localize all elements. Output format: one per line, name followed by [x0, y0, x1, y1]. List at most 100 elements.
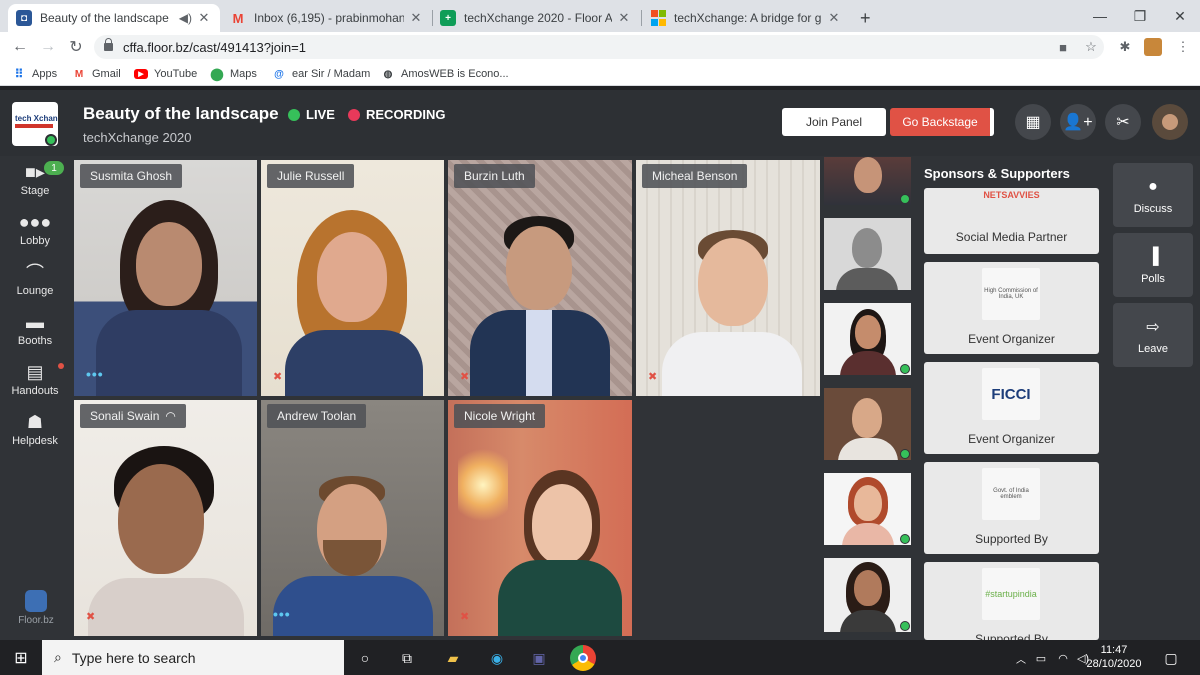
taskbar-clock[interactable]: 11:47 28/10/2020: [1086, 643, 1142, 671]
attendee-thumbnail[interactable]: [824, 473, 911, 545]
tab-title: Inbox (6,195) - prabinmohan99@: [254, 11, 404, 25]
event-title: Beauty of the landscape: [83, 104, 279, 123]
close-window-icon[interactable]: ✕: [1160, 0, 1200, 32]
tools-icon[interactable]: ✂: [1105, 104, 1141, 140]
floorbz-brand[interactable]: Floor.bz: [14, 590, 58, 626]
notification-dot: [58, 363, 64, 369]
video-tile[interactable]: Andrew Toolan •••: [261, 400, 444, 636]
grid-layout-icon[interactable]: ▦: [1015, 104, 1051, 140]
reload-icon[interactable]: ↻: [64, 36, 88, 58]
sponsor-label: Supported By: [975, 532, 1048, 546]
close-tab-icon[interactable]: ✕: [616, 10, 632, 26]
speaker-icon[interactable]: ◀): [179, 11, 192, 25]
sponsor-card[interactable]: Govt. of India emblem Supported By: [924, 462, 1099, 554]
sponsor-card[interactable]: NETSAVVIES Social Media Partner: [924, 188, 1099, 254]
wifi-icon[interactable]: ◠: [1052, 647, 1074, 669]
bookmark-gmail[interactable]: M Gmail: [72, 66, 121, 82]
attendee-thumbnail[interactable]: [824, 218, 911, 290]
video-tile[interactable]: Micheal Benson ✖: [636, 160, 820, 396]
sponsor-label: Event Organizer: [968, 332, 1055, 346]
video-tile[interactable]: Sonali Swain ◠ ✖: [74, 400, 257, 636]
nav-label: Stage: [20, 185, 50, 197]
attendee-thumbnail[interactable]: [824, 388, 911, 460]
close-tab-icon[interactable]: ✕: [408, 10, 424, 26]
extension-avatar-icon[interactable]: [1144, 38, 1162, 56]
extensions-icon[interactable]: ✱: [1116, 38, 1134, 56]
address-bar[interactable]: cffa.floor.bz/cast/491413?join=1: [94, 35, 1104, 59]
attendee-thumbnail[interactable]: [824, 558, 911, 632]
sponsor-logo: Govt. of India emblem: [982, 468, 1040, 520]
leave-button[interactable]: ⇨ Leave: [1113, 303, 1193, 367]
bookmark-label: AmosWEB is Econo...: [401, 68, 509, 80]
cortana-icon[interactable]: ○: [354, 647, 376, 669]
lounge-icon: ⌒: [26, 263, 44, 283]
new-tab-button[interactable]: +: [852, 4, 882, 32]
app-header: tech Xchange Beauty of the landscape tec…: [0, 90, 1200, 156]
teams-icon[interactable]: ▣: [528, 647, 550, 669]
browser-tab[interactable]: + techXchange 2020 - Floor Artwor ✕: [432, 4, 640, 32]
nav-lounge[interactable]: ⌒ Lounge: [0, 262, 70, 297]
discuss-button[interactable]: ● Discuss: [1113, 163, 1193, 227]
browser-tab[interactable]: M Inbox (6,195) - prabinmohan99@ ✕: [222, 4, 432, 32]
go-backstage-button[interactable]: Go Backstage: [890, 108, 994, 136]
minimize-icon[interactable]: —: [1080, 0, 1120, 32]
browser-tab-active[interactable]: ◘ Beauty of the landscape ◀) ✕: [8, 4, 220, 32]
document-icon: ▤: [26, 361, 44, 382]
polls-button[interactable]: ▐ Polls: [1113, 233, 1193, 297]
taskbar-search[interactable]: ⌕ Type here to search: [42, 640, 344, 675]
sponsor-card[interactable]: High Commission of India, UK Event Organ…: [924, 262, 1099, 354]
floorbz-logo-icon: [25, 590, 47, 612]
browser-tab[interactable]: techXchange: A bridge for growt ✕: [642, 4, 850, 32]
forward-arrow-icon[interactable]: →: [36, 36, 60, 58]
more-options-icon[interactable]: •••: [273, 606, 291, 622]
restore-icon[interactable]: ❐: [1120, 0, 1160, 32]
logo-text: tech Xchange: [15, 114, 58, 123]
robot-icon: ☗: [26, 411, 44, 432]
attendee-thumbnail[interactable]: [824, 157, 911, 205]
chrome-icon[interactable]: [570, 645, 596, 671]
nav-booths[interactable]: ▬ Booths: [0, 312, 70, 348]
sponsor-logo: FICCI: [982, 368, 1040, 420]
bookmark-maps[interactable]: ⬤ Maps: [210, 66, 257, 82]
video-tile[interactable]: Burzin Luth ✖: [448, 160, 632, 396]
clock-date: 28/10/2020: [1086, 658, 1142, 670]
edge-icon[interactable]: ◉: [486, 647, 508, 669]
bookmark-apps[interactable]: ⠿ Apps: [12, 66, 57, 82]
gmail-icon: M: [232, 10, 244, 26]
camera-in-use-icon[interactable]: ■: [1054, 38, 1072, 56]
participant-name: Nicole Wright: [454, 404, 546, 428]
video-tile[interactable]: Nicole Wright ✖: [448, 400, 632, 636]
show-hidden-icons-icon[interactable]: ︿: [1010, 647, 1032, 669]
bookmark-star-icon[interactable]: ☆: [1082, 38, 1100, 56]
add-user-icon[interactable]: 👤+: [1060, 104, 1096, 140]
bookmark-amosweb[interactable]: ◍ AmosWEB is Econo...: [381, 66, 509, 82]
more-options-icon[interactable]: •••: [86, 366, 104, 382]
bookmark-youtube[interactable]: ▶ YouTube: [134, 66, 197, 82]
video-tile[interactable]: Julie Russell ✖: [261, 160, 444, 396]
sponsor-logo: High Commission of India, UK: [982, 268, 1040, 320]
user-avatar[interactable]: [1152, 104, 1188, 140]
close-tab-icon[interactable]: ✕: [826, 10, 842, 26]
file-explorer-icon[interactable]: ▰: [442, 647, 464, 669]
join-panel-button[interactable]: Join Panel: [782, 108, 886, 136]
participant-name-text: Sonali Swain: [90, 409, 160, 423]
attendee-thumbnail[interactable]: [824, 303, 911, 375]
close-tab-icon[interactable]: ✕: [196, 10, 212, 26]
nav-lobby[interactable]: ●●● Lobby: [0, 212, 70, 248]
battery-icon[interactable]: ▭: [1030, 647, 1052, 669]
menu-kebab-icon[interactable]: ⋮: [1174, 38, 1192, 56]
exit-icon: ⇨: [1146, 319, 1160, 336]
online-status-dot: [900, 621, 910, 631]
sponsor-card[interactable]: FICCI Event Organizer: [924, 362, 1099, 454]
sponsor-logo: NETSAVVIES: [983, 190, 1040, 200]
notifications-icon[interactable]: ▢: [1160, 647, 1182, 669]
sponsor-card[interactable]: #startupindia Supported By: [924, 562, 1099, 640]
recording-dot-icon: [348, 108, 360, 121]
back-arrow-icon[interactable]: ←: [8, 36, 32, 58]
nav-helpdesk[interactable]: ☗ Helpdesk: [0, 411, 70, 448]
task-view-icon[interactable]: ⧉: [396, 647, 418, 669]
bookmark-label: YouTube: [154, 68, 198, 80]
windows-start-icon[interactable]: ⊞: [10, 647, 32, 669]
video-tile[interactable]: Susmita Ghosh •••: [74, 160, 257, 396]
bookmark-ear-sir[interactable]: @ ear Sir / Madam: [272, 66, 370, 82]
